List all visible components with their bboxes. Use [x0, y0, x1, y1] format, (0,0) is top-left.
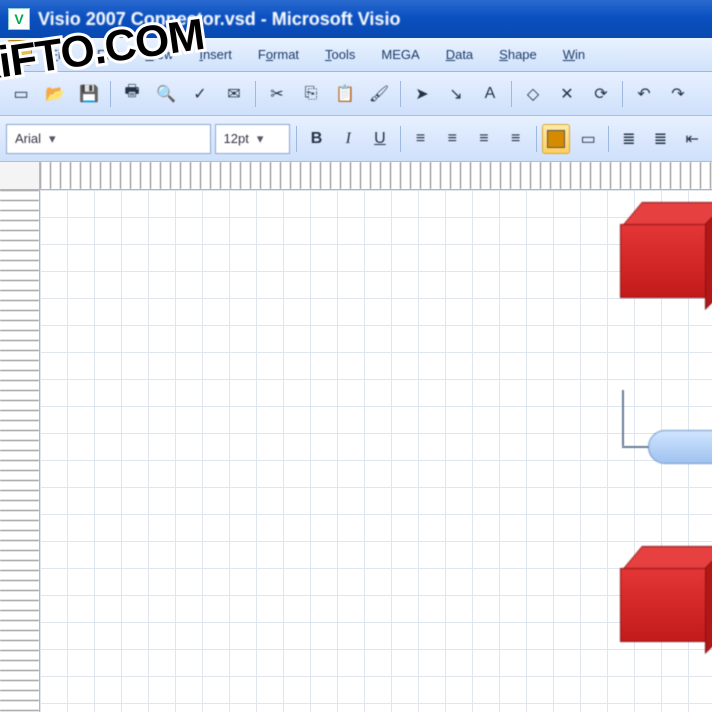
numbering-button[interactable]	[647, 124, 675, 154]
work-area	[0, 190, 712, 712]
menubar: File Edit View Insert Format Tools MEGA …	[0, 38, 712, 72]
drawing-canvas[interactable]	[40, 190, 712, 712]
cut-button[interactable]	[262, 79, 292, 109]
cube-top-face	[622, 202, 712, 226]
redo-button[interactable]	[663, 79, 693, 109]
separator	[622, 81, 623, 107]
spellcheck-button[interactable]: ✓	[185, 79, 215, 109]
fill-color-button[interactable]	[542, 124, 570, 154]
shape-blue-pill[interactable]	[648, 430, 712, 464]
menu-mega[interactable]: MEGA	[371, 43, 429, 66]
ruler-horizontal[interactable]	[0, 162, 712, 190]
toolbar-formatting: Arial ▾ 12pt ▾ ▭ ⇤	[0, 116, 712, 162]
cube-top-face	[622, 546, 712, 570]
ruler-corner	[0, 162, 40, 190]
menu-insert[interactable]: Insert	[189, 43, 242, 66]
align-center-button[interactable]	[438, 124, 466, 154]
bold-button[interactable]	[303, 124, 331, 154]
separator	[400, 81, 401, 107]
separator	[255, 81, 256, 107]
separator	[536, 126, 537, 152]
line-color-button[interactable]: ▭	[574, 124, 602, 154]
font-size-combo[interactable]: 12pt ▾	[215, 124, 290, 154]
font-name-combo[interactable]: Arial ▾	[6, 124, 211, 154]
menu-shape[interactable]: Shape	[489, 43, 547, 66]
connector-tool-button[interactable]	[441, 79, 471, 109]
fill-swatch-icon	[547, 130, 565, 148]
open-button[interactable]	[40, 79, 70, 109]
shape-red-cube-bottom[interactable]	[620, 546, 712, 644]
menu-tools[interactable]: Tools	[315, 43, 365, 66]
print-preview-button[interactable]	[151, 79, 181, 109]
ruler-vertical[interactable]	[0, 190, 40, 712]
copy-button[interactable]	[296, 79, 326, 109]
shape-red-cube-top[interactable]	[620, 202, 712, 300]
new-button[interactable]	[6, 79, 36, 109]
menu-view[interactable]: View	[135, 43, 183, 66]
toolbar-standard: ✓ ◇ ✕ ⟳	[0, 72, 712, 116]
underline-button[interactable]	[366, 124, 394, 154]
visio-doc-icon: V	[8, 8, 30, 30]
print-button[interactable]	[117, 79, 147, 109]
menu-format[interactable]: Format	[248, 43, 309, 66]
menu-window[interactable]: Win	[553, 43, 595, 66]
save-button[interactable]	[74, 79, 104, 109]
undo-button[interactable]	[629, 79, 659, 109]
align-right-button[interactable]	[470, 124, 498, 154]
separator	[400, 126, 401, 152]
connector-line-vert[interactable]	[622, 390, 624, 446]
separator	[296, 126, 297, 152]
justify-button[interactable]	[502, 124, 530, 154]
chevron-down-icon: ▾	[257, 131, 264, 147]
separator	[608, 126, 609, 152]
format-painter-button[interactable]	[364, 79, 394, 109]
shape-button[interactable]: ◇	[518, 79, 548, 109]
text-tool-button[interactable]	[475, 79, 505, 109]
office-button[interactable]	[6, 40, 32, 66]
menu-edit[interactable]: Edit	[87, 43, 129, 66]
chevron-down-icon: ▾	[49, 131, 56, 147]
menu-data[interactable]: Data	[436, 43, 483, 66]
italic-button[interactable]	[334, 124, 362, 154]
decrease-indent-button[interactable]: ⇤	[678, 124, 706, 154]
window-title: Visio 2007 Connector.vsd - Microsoft Vis…	[38, 9, 400, 30]
rotate-button[interactable]: ⟳	[586, 79, 616, 109]
font-name-value: Arial	[15, 131, 41, 146]
titlebar: V Visio 2007 Connector.vsd - Microsoft V…	[0, 0, 712, 38]
menu-file[interactable]: File	[40, 43, 81, 66]
font-size-value: 12pt	[224, 131, 249, 146]
separator	[511, 81, 512, 107]
mail-button[interactable]	[219, 79, 249, 109]
pointer-tool-button[interactable]	[407, 79, 437, 109]
cube-front-face	[620, 224, 706, 298]
cube-front-face	[620, 568, 706, 642]
separator	[110, 81, 111, 107]
delete-button[interactable]: ✕	[552, 79, 582, 109]
paste-button[interactable]	[330, 79, 360, 109]
align-left-button[interactable]	[407, 124, 435, 154]
bullets-button[interactable]	[615, 124, 643, 154]
